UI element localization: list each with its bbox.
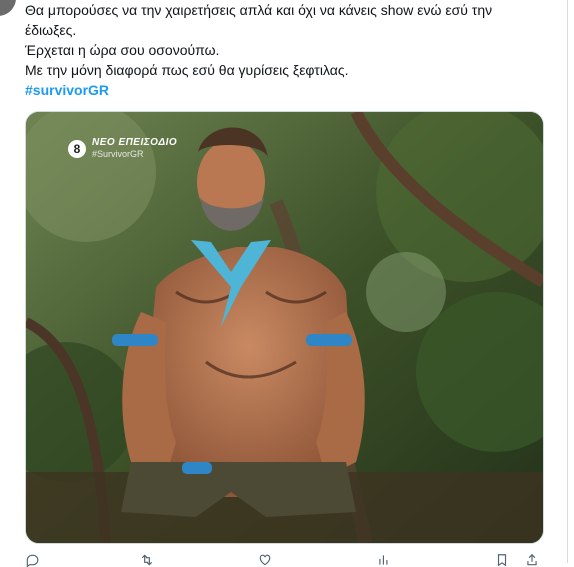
- bookmark-button[interactable]: [495, 553, 509, 567]
- views-button[interactable]: [377, 553, 391, 567]
- retweet-icon: [141, 554, 153, 566]
- hashtag-link[interactable]: #survivorGR: [25, 80, 545, 100]
- tweet-line: Με την μόνη διαφορά πως εσύ θα γυρίσεις …: [25, 62, 349, 78]
- jungle-portrait-illustration: [26, 112, 543, 543]
- tweet-line: έδιωξες.: [25, 22, 77, 38]
- avatar[interactable]: [0, 0, 16, 16]
- overlay-title: ΝΕΟ ΕΠΕΙΣΟΔΙΟ: [92, 137, 178, 148]
- reply-icon: [26, 554, 39, 567]
- retweet-button[interactable]: [140, 553, 154, 567]
- channel-logo: 8: [68, 140, 86, 158]
- share-button[interactable]: [525, 553, 539, 567]
- like-button[interactable]: [258, 553, 272, 567]
- share-icon: [527, 553, 537, 566]
- timeline-divider: [567, 0, 568, 563]
- tweet-line: Θα μπορούσες να την χαιρετήσεις απλά και…: [25, 2, 493, 18]
- tweet-line: Έρχεται η ώρα σου οσονούπω.: [25, 42, 220, 58]
- bookmark-icon: [497, 554, 507, 567]
- tweet-actions: [25, 550, 545, 567]
- views-icon: [379, 555, 388, 565]
- reply-button[interactable]: [25, 553, 39, 567]
- overlay-hashtag: #SurvivorGR: [92, 149, 144, 159]
- tweet-text: Θα μπορούσες να την χαιρετήσεις απλά και…: [25, 0, 545, 100]
- tweet-media-image[interactable]: 8 ΝΕΟ ΕΠΕΙΣΟΔΙΟ #SurvivorGR: [25, 111, 544, 544]
- like-icon: [259, 554, 271, 566]
